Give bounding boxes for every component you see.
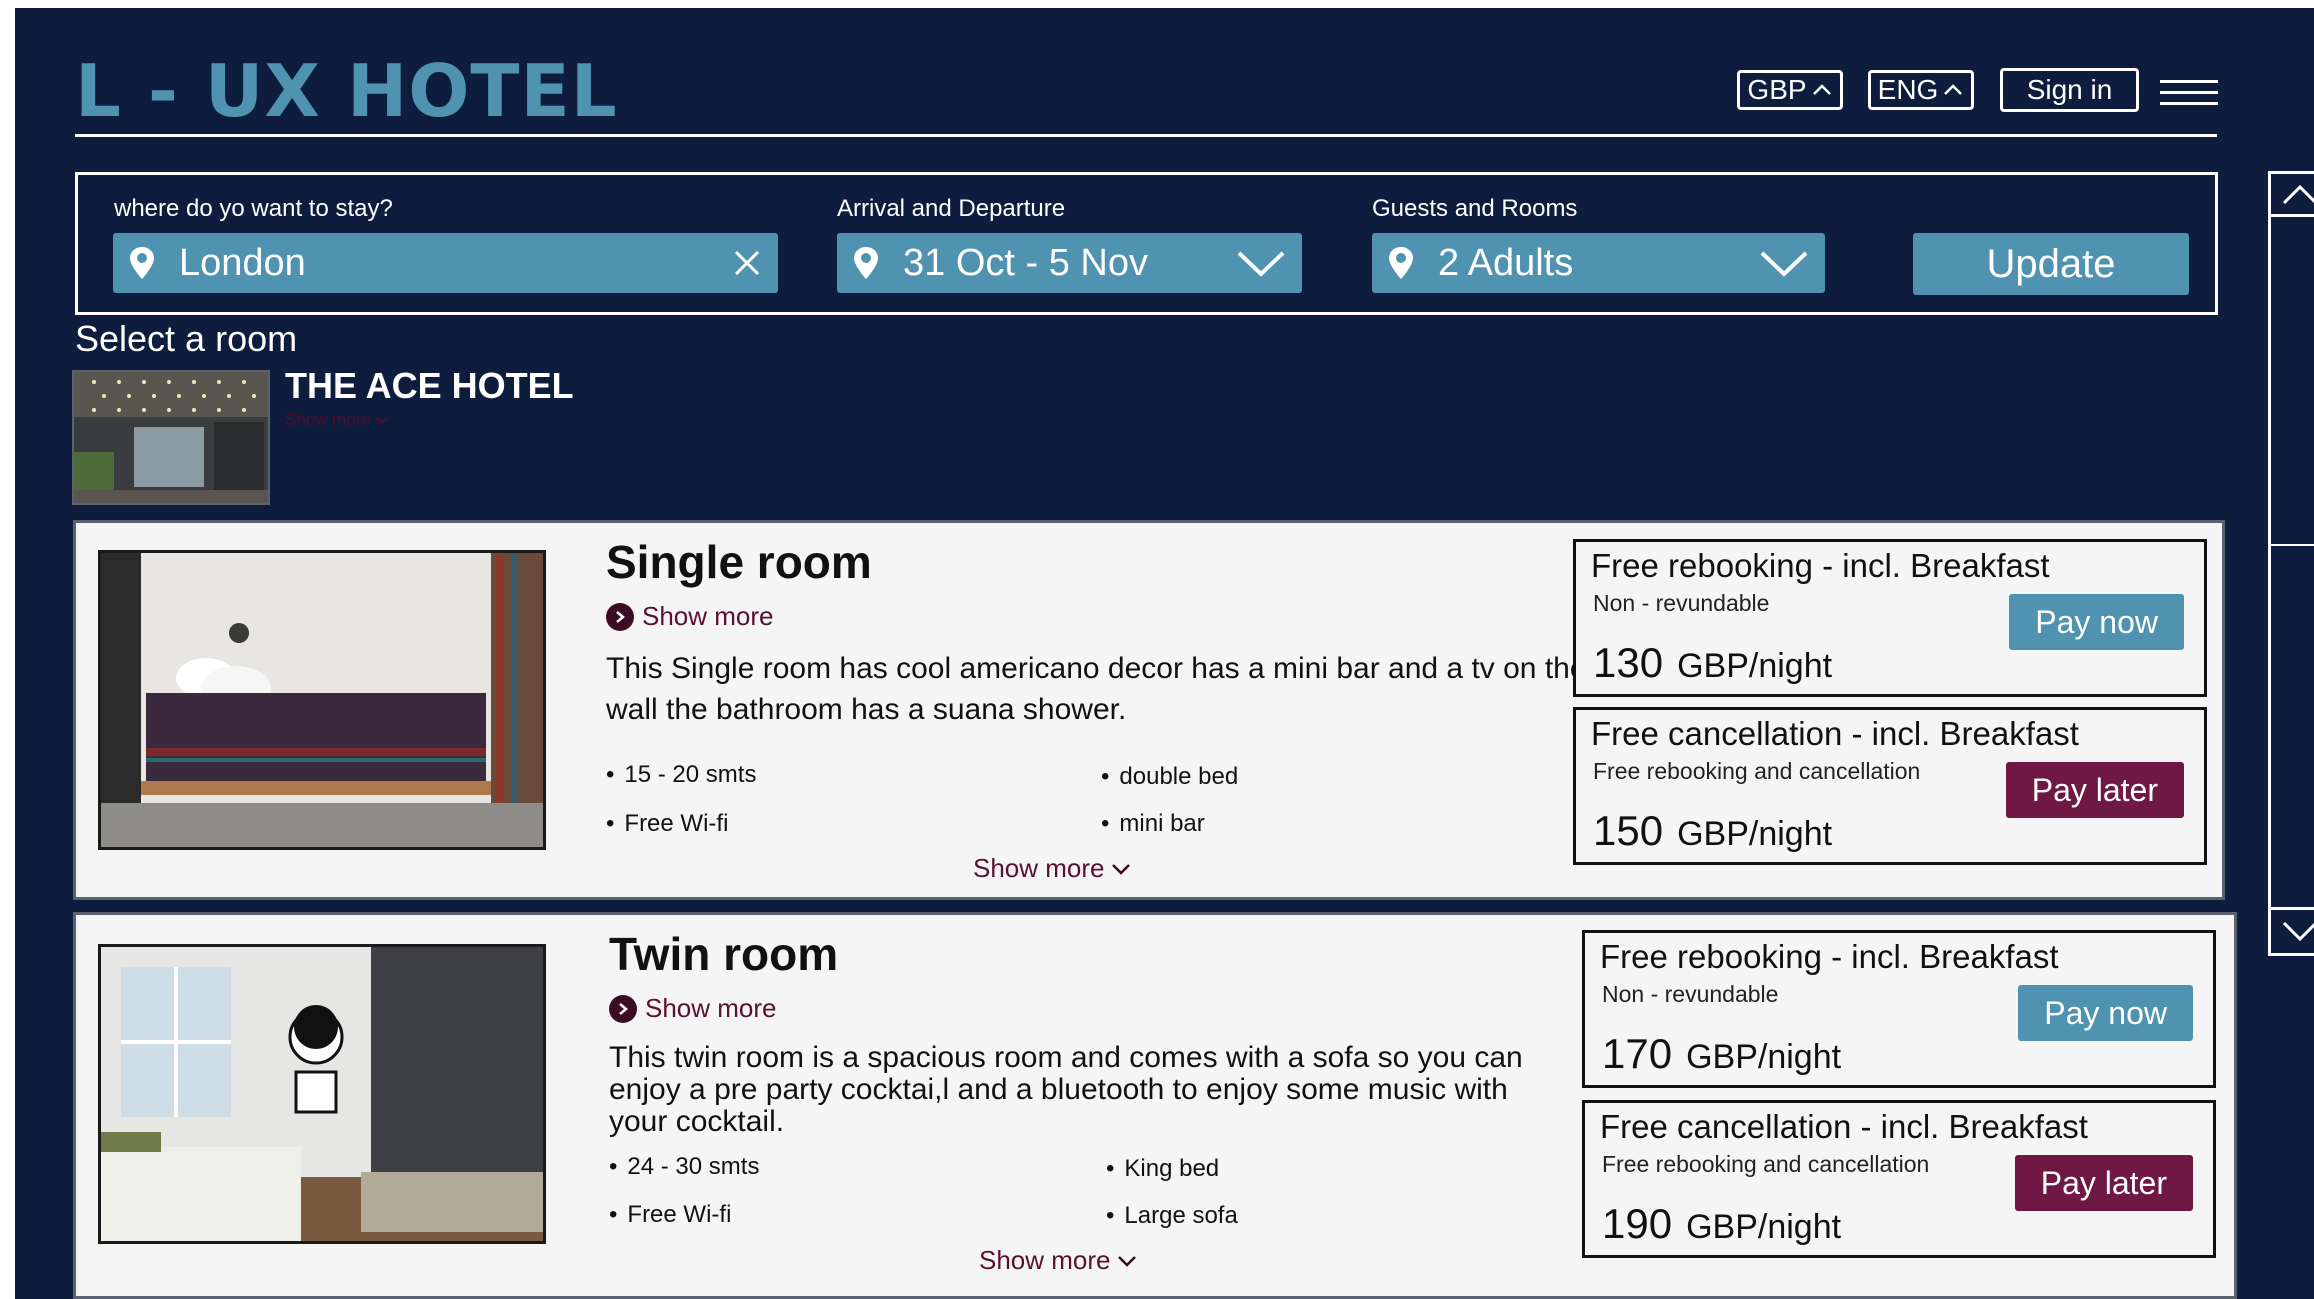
price-amount: 150 xyxy=(1593,807,1664,854)
rate-subtitle: Free rebooking and cancellation xyxy=(1602,1151,1930,1177)
rate-price: 150 GBP/night xyxy=(1593,807,1832,855)
pay-later-button[interactable]: Pay later xyxy=(2005,762,2184,818)
scroll-up-button[interactable] xyxy=(2271,174,2314,217)
location-pin-icon xyxy=(1389,247,1413,279)
rate-price: 130 GBP/night xyxy=(1593,639,1832,687)
amenity-item: Free Wi-fi xyxy=(606,810,728,838)
dates-field[interactable]: 31 Oct - 5 Nov xyxy=(837,233,1302,293)
language-label: ENG xyxy=(1877,74,1939,105)
rate-subtitle: Non - revundable xyxy=(1602,981,1779,1007)
room-description: This Single room has cool americano deco… xyxy=(606,652,1587,726)
twin-room-image xyxy=(101,947,543,1241)
currency-label: GBP xyxy=(1747,74,1807,105)
destination-value: London xyxy=(179,241,306,284)
hotel-lobby-image xyxy=(74,372,268,503)
room-show-more-bottom-label: Show more xyxy=(973,853,1105,883)
chevron-right-icon xyxy=(609,994,637,1023)
rate-name: Free rebooking - incl. Breakfast xyxy=(1591,547,2050,584)
room-photo[interactable] xyxy=(98,550,546,850)
price-amount: 190 xyxy=(1602,1200,1673,1247)
pay-now-button[interactable]: Pay now xyxy=(2009,594,2184,650)
sign-in-button[interactable]: Sign in xyxy=(2000,68,2139,112)
rate-price: 170 GBP/night xyxy=(1602,1030,1841,1078)
section-title: Select a room xyxy=(75,318,298,359)
location-pin-icon xyxy=(130,247,154,279)
amenity-item: King bed xyxy=(1106,1155,1219,1183)
room-title: Single room xyxy=(606,536,872,588)
guests-value: 2 Adults xyxy=(1438,241,1574,284)
price-unit: GBP/night xyxy=(1686,1208,1842,1246)
chevron-down-icon xyxy=(1111,863,1130,875)
amenity-item: Free Wi-fi xyxy=(609,1201,731,1229)
rate-option: Free rebooking - incl. Breakfast Non - r… xyxy=(1573,539,2207,697)
language-selector[interactable]: ENG xyxy=(1868,70,1974,110)
price-unit: GBP/night xyxy=(1677,815,1833,853)
hotel-show-more-link[interactable]: Show more xyxy=(285,410,389,430)
currency-selector[interactable]: GBP xyxy=(1737,70,1843,110)
chevron-right-icon xyxy=(606,602,634,631)
room-description: This twin room is a spacious room and co… xyxy=(609,1041,1523,1138)
rate-name: Free cancellation - incl. Breakfast xyxy=(1600,1108,2088,1145)
scroll-down-button[interactable] xyxy=(2271,907,2314,953)
app-frame: L - UX HOTEL GBP ENG Sign in where do yo… xyxy=(15,8,2314,1299)
destination-label: where do yo want to stay? xyxy=(114,195,393,222)
update-button[interactable]: Update xyxy=(1913,233,2189,295)
room-show-more-label: Show more xyxy=(645,993,777,1023)
chevron-up-icon xyxy=(2282,184,2314,205)
price-amount: 170 xyxy=(1602,1030,1673,1077)
rate-subtitle: Free rebooking and cancellation xyxy=(1593,758,1921,784)
chevron-up-icon xyxy=(1944,84,1963,95)
amenity-item: 24 - 30 smts xyxy=(609,1153,759,1181)
rate-option: Free rebooking - incl. Breakfast Non - r… xyxy=(1582,930,2216,1088)
room-card-single: Single room Show more This Single room h… xyxy=(73,520,2225,900)
chevron-down-icon[interactable] xyxy=(1236,248,1286,278)
rate-price: 190 GBP/night xyxy=(1602,1200,1841,1248)
search-bar: where do yo want to stay? London Arrival… xyxy=(75,172,2218,315)
room-show-more-link[interactable]: Show more xyxy=(606,601,774,632)
header-divider xyxy=(75,134,2217,137)
rate-subtitle: Non - revundable xyxy=(1593,590,1770,616)
amenity-item: double bed xyxy=(1101,763,1238,791)
rate-option: Free cancellation - incl. Breakfast Free… xyxy=(1582,1100,2216,1258)
price-unit: GBP/night xyxy=(1677,647,1833,685)
guests-field[interactable]: 2 Adults xyxy=(1372,233,1825,293)
amenity-item: 15 - 20 smts xyxy=(606,761,756,789)
room-show-more-bottom-link[interactable]: Show more xyxy=(973,853,1131,884)
dates-value: 31 Oct - 5 Nov xyxy=(903,241,1148,284)
single-room-image xyxy=(101,553,543,847)
clear-icon[interactable] xyxy=(732,248,762,278)
dates-label: Arrival and Departure xyxy=(837,195,1066,222)
room-show-more-link[interactable]: Show more xyxy=(609,993,777,1024)
amenity-item: Large sofa xyxy=(1106,1202,1237,1230)
hotel-name: THE ACE HOTEL xyxy=(285,365,574,406)
rate-name: Free cancellation - incl. Breakfast xyxy=(1591,715,2079,752)
price-unit: GBP/night xyxy=(1686,1038,1842,1076)
rate-name: Free rebooking - incl. Breakfast xyxy=(1600,938,2059,975)
price-amount: 130 xyxy=(1593,639,1664,686)
room-card-twin: Twin room Show more This twin room is a … xyxy=(73,912,2237,1299)
pay-later-button[interactable]: Pay later xyxy=(2014,1155,2193,1211)
location-pin-icon xyxy=(854,247,878,279)
chevron-down-icon xyxy=(2282,921,2314,941)
scrollbar[interactable] xyxy=(2268,171,2314,956)
room-show-more-bottom-label: Show more xyxy=(979,1245,1111,1275)
room-show-more-label: Show more xyxy=(642,601,774,631)
amenity-item: mini bar xyxy=(1101,810,1204,838)
hotel-logo[interactable]: L - UX HOTEL xyxy=(75,48,618,134)
hotel-thumbnail[interactable] xyxy=(72,370,270,505)
chevron-down-icon xyxy=(375,416,389,425)
hotel-show-more-label: Show more xyxy=(285,410,371,429)
chevron-down-icon[interactable] xyxy=(1759,248,1809,278)
pay-now-button[interactable]: Pay now xyxy=(2018,985,2193,1041)
scrollbar-thumb[interactable] xyxy=(2271,544,2314,546)
chevron-down-icon xyxy=(1117,1255,1136,1267)
rate-option: Free cancellation - incl. Breakfast Free… xyxy=(1573,707,2207,865)
hamburger-icon[interactable] xyxy=(2160,80,2218,110)
room-photo[interactable] xyxy=(98,944,546,1244)
guests-label: Guests and Rooms xyxy=(1372,195,1578,222)
chevron-up-icon xyxy=(1812,84,1831,95)
destination-field[interactable]: London xyxy=(113,233,778,293)
room-title: Twin room xyxy=(609,928,839,980)
room-show-more-bottom-link[interactable]: Show more xyxy=(979,1245,1137,1276)
